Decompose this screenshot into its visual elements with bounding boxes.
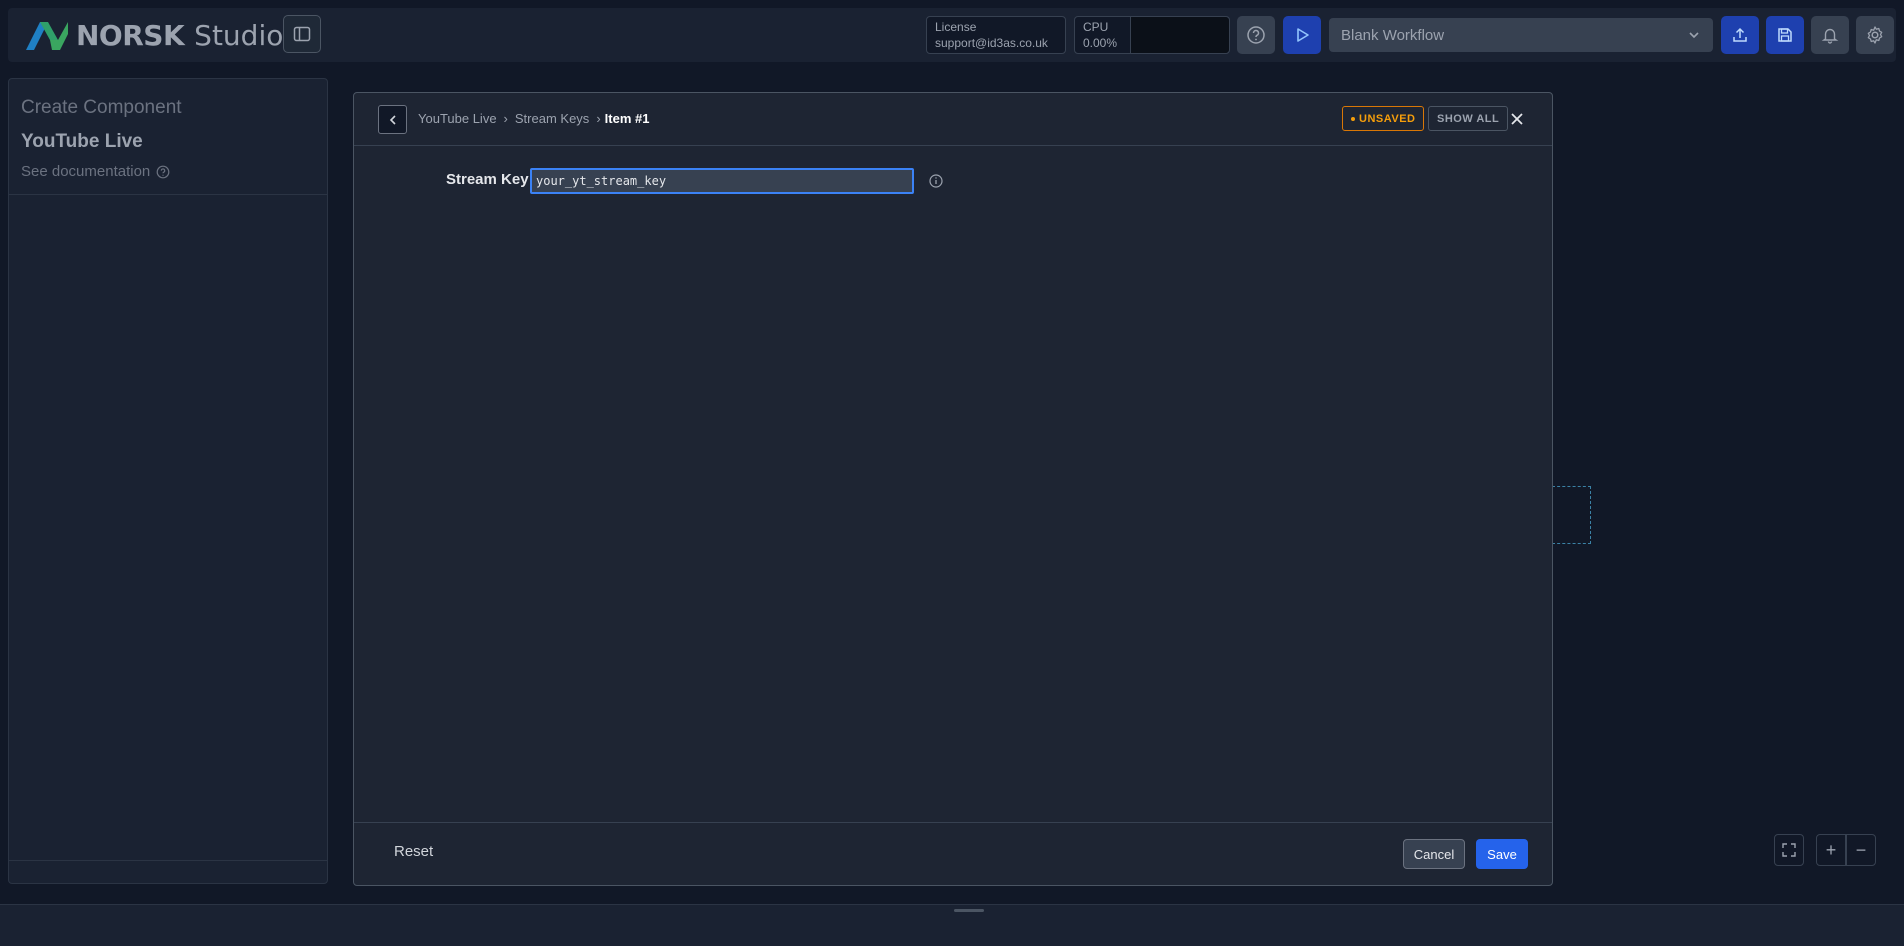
panel-footer-divider [9, 860, 327, 861]
workflow-selected-label: Blank Workflow [1341, 26, 1445, 44]
run-workflow-button[interactable] [1283, 16, 1321, 54]
close-icon [1511, 113, 1523, 125]
cpu-graph [1131, 17, 1229, 53]
panel-subtitle: Create Component [21, 97, 182, 118]
play-icon [1297, 28, 1309, 42]
license-label: License [935, 20, 977, 34]
component-panel: Create Component YouTube Live See docume… [8, 78, 328, 884]
unsaved-badge-label: UNSAVED [1359, 112, 1416, 125]
chevron-down-icon [1689, 32, 1699, 39]
chevron-left-icon [389, 114, 396, 125]
bottom-panel [0, 904, 1904, 946]
breadcrumb-stream-keys[interactable]: Stream Keys [515, 111, 589, 126]
zoom-in-button[interactable]: + [1816, 834, 1846, 866]
panel-title: YouTube Live [21, 131, 143, 152]
cancel-button[interactable]: Cancel [1403, 839, 1465, 869]
workflow-select[interactable]: Blank Workflow [1329, 18, 1713, 52]
info-icon[interactable] [928, 173, 944, 189]
save-workflow-button[interactable] [1766, 16, 1804, 54]
license-info: License support@id3as.co.uk [926, 16, 1066, 54]
bottom-panel-resize-handle[interactable] [954, 909, 984, 912]
breadcrumb-separator: › [503, 111, 508, 126]
modal-header: YouTube Live › Stream Keys › Item #1 UNS… [354, 93, 1552, 146]
documentation-link[interactable]: See documentation [21, 163, 170, 180]
sidebar-toggle-icon [293, 26, 311, 42]
back-button[interactable] [378, 105, 407, 134]
breadcrumb-current-item: Item #1 [604, 111, 650, 126]
sidebar-toggle-button[interactable] [283, 15, 321, 53]
reset-button[interactable]: Reset [394, 843, 433, 860]
documentation-link-label: See documentation [21, 163, 151, 180]
help-circle-icon [156, 165, 170, 178]
save-button[interactable]: Save [1476, 839, 1528, 869]
unsaved-dot [1351, 116, 1355, 121]
stream-key-label: Stream Key [446, 171, 529, 188]
settings-button[interactable] [1856, 16, 1894, 54]
upload-icon [1733, 27, 1747, 42]
cpu-label: CPU [1083, 20, 1109, 34]
gear-icon [1867, 26, 1883, 44]
cpu-meter: CPU 0.00% [1074, 16, 1230, 54]
save-icon [1778, 28, 1792, 42]
fullscreen-icon [1782, 843, 1796, 857]
zoom-out-button[interactable]: − [1846, 834, 1876, 866]
unsaved-badge: UNSAVED [1342, 106, 1425, 131]
notifications-button[interactable] [1811, 16, 1849, 54]
breadcrumb-separator: › [596, 111, 601, 126]
license-value: support@id3as.co.uk [935, 36, 1048, 50]
breadcrumb: YouTube Live › Stream Keys › Item #1 [418, 111, 649, 126]
help-icon [1247, 26, 1265, 44]
edit-item-modal: YouTube Live › Stream Keys › Item #1 UNS… [353, 92, 1553, 886]
export-button[interactable] [1721, 16, 1759, 54]
modal-footer: Reset Cancel Save [354, 822, 1552, 885]
show-all-button[interactable]: SHOW ALL [1428, 106, 1509, 131]
fit-view-button[interactable] [1774, 834, 1804, 866]
bell-icon [1821, 28, 1839, 44]
norsk-logo-icon [26, 22, 68, 50]
panel-divider [9, 194, 327, 195]
logo-product: Studio [194, 18, 284, 52]
close-modal-button[interactable] [1506, 108, 1528, 130]
stream-key-input[interactable] [530, 168, 914, 194]
help-button[interactable] [1237, 16, 1275, 54]
logo-brand: NORSK [76, 18, 185, 52]
app-header: NORSK Studio License support@id3as.co.uk… [8, 8, 1896, 62]
canvas-node-placeholder[interactable] [1552, 486, 1591, 544]
breadcrumb-youtube-live[interactable]: YouTube Live [418, 111, 497, 126]
norsk-logo: NORSK Studio [24, 17, 283, 53]
cpu-label-box: CPU 0.00% [1075, 17, 1131, 53]
cpu-value: 0.00% [1083, 36, 1118, 50]
